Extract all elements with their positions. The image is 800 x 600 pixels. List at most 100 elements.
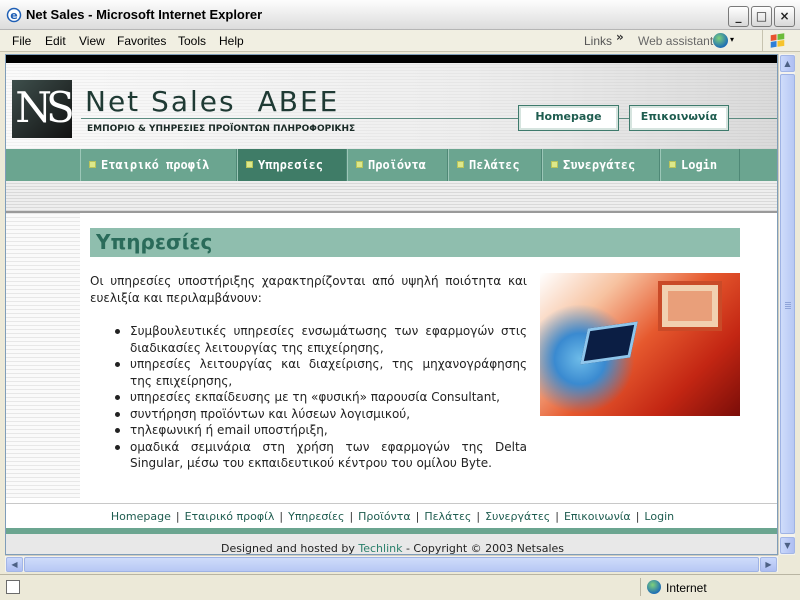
- status-bar: Internet: [0, 574, 800, 600]
- list-item: Συμβουλευτικές υπηρεσίες ενσωμάτωσης των…: [102, 323, 527, 356]
- status-divider: [640, 578, 641, 596]
- scrollbar-corner: [778, 555, 795, 572]
- footer-separator: |: [175, 510, 180, 523]
- dropdown-arrow-icon[interactable]: ▾: [730, 35, 734, 44]
- globe-icon[interactable]: [713, 33, 728, 48]
- footer-link-services[interactable]: Υπηρεσίες: [288, 510, 344, 523]
- site-tagline: ΕΜΠΟΡΙΟ & ΥΠΗΡΕΣΙΕΣ ΠΡΟΪΟΝΤΩΝ ΠΛΗΡΟΦΟΡΙΚ…: [87, 124, 356, 134]
- vertical-scroll-thumb[interactable]: [780, 74, 795, 534]
- footer-link-clients[interactable]: Πελάτες: [424, 510, 471, 523]
- close-button[interactable]: ×: [774, 6, 795, 27]
- nav-item-label: Εταιρικό προφίλ: [101, 158, 210, 172]
- footer-link-login[interactable]: Login: [644, 510, 674, 523]
- scroll-right-arrow-icon[interactable]: ▶: [760, 557, 777, 572]
- nav-item-login[interactable]: Login: [660, 149, 740, 181]
- site-logo[interactable]: NS: [12, 80, 75, 138]
- horizontal-scrollbar[interactable]: ◀ ▶: [5, 555, 778, 572]
- page-icon: [6, 580, 20, 594]
- footer-link-products[interactable]: Προϊόντα: [358, 510, 410, 523]
- menu-view[interactable]: View: [79, 34, 105, 48]
- site-header: NS Net Sales ABEE ΕΜΠΟΡΙΟ & ΥΠΗΡΕΣΙΕΣ ΠΡΟ…: [6, 63, 777, 149]
- subnav-band: [6, 181, 777, 211]
- services-list: Συμβουλευτικές υπηρεσίες ενσωμάτωσης των…: [102, 323, 527, 472]
- bullet-square-icon: [246, 161, 253, 168]
- nav-item-label: Προϊόντα: [368, 158, 426, 172]
- copyright-text: Designed and hosted by Techlink - Copyri…: [6, 542, 777, 555]
- scroll-up-arrow-icon[interactable]: ▲: [780, 55, 795, 72]
- menu-edit[interactable]: Edit: [45, 34, 66, 48]
- grip-icon: [785, 301, 791, 309]
- nav-item-services[interactable]: Υπηρεσίες: [237, 149, 347, 181]
- brand-suffix: ABEE: [257, 85, 340, 118]
- nav-item-label: Login: [681, 158, 718, 172]
- laptop-screen-graphic: [580, 321, 638, 365]
- bullet-square-icon: [457, 161, 464, 168]
- services-photo: [540, 273, 740, 416]
- list-item: συντήρηση προϊόντων και λύσεων λογισμικο…: [102, 406, 527, 423]
- nav-item-company-profile[interactable]: Εταιρικό προφίλ: [80, 149, 237, 181]
- main-nav: Εταιρικό προφίλ Υπηρεσίες Προϊόντα Πελάτ…: [6, 149, 777, 181]
- web-assistant-label[interactable]: Web assistant: [638, 34, 713, 48]
- page-title: Υπηρεσίες: [90, 228, 740, 257]
- bullet-square-icon: [551, 161, 558, 168]
- intro-paragraph: Οι υπηρεσίες υποστήριξης χαρακτηρίζονται…: [90, 274, 527, 305]
- title-bar[interactable]: e Net Sales - Microsoft Internet Explore…: [0, 0, 800, 30]
- bullet-square-icon: [89, 161, 96, 168]
- list-item: τηλεφωνική ή email υποστήριξη,: [102, 422, 527, 439]
- vertical-scrollbar[interactable]: ▲ ▼: [778, 54, 795, 555]
- links-toolbar[interactable]: Links: [584, 34, 612, 48]
- nav-item-partners[interactable]: Συνεργάτες: [542, 149, 660, 181]
- horizontal-scroll-thumb[interactable]: [24, 557, 759, 572]
- homepage-button[interactable]: Homepage: [518, 105, 619, 131]
- side-stripe: [6, 213, 80, 498]
- svg-text:e: e: [10, 9, 17, 22]
- menu-file[interactable]: File: [12, 34, 31, 48]
- nav-item-label: Πελάτες: [469, 158, 520, 172]
- footer-link-partners[interactable]: Συνεργάτες: [485, 510, 550, 523]
- links-chevron-icon[interactable]: »: [616, 30, 624, 44]
- menu-help[interactable]: Help: [219, 34, 244, 48]
- monitor-graphic: [658, 281, 722, 331]
- list-item: υπηρεσίες λειτουργίας και διαχείρισης, τ…: [102, 356, 527, 389]
- nav-item-label: Συνεργάτες: [563, 158, 636, 172]
- footer-link-homepage[interactable]: Homepage: [111, 510, 171, 523]
- windows-logo-icon: [762, 30, 785, 52]
- list-item: υπηρεσίες εκπαίδευσης με τη «φυσική» παρ…: [102, 389, 527, 406]
- monitor-screen: [668, 291, 712, 321]
- bullet-square-icon: [356, 161, 363, 168]
- footer-link-company-profile[interactable]: Εταιρικό προφίλ: [185, 510, 275, 523]
- minimize-button[interactable]: _: [728, 6, 749, 27]
- footer-separator: |: [476, 510, 481, 523]
- footer-separator: |: [349, 510, 354, 523]
- footer-divider: [6, 503, 777, 504]
- techlink-link[interactable]: Techlink: [358, 542, 402, 554]
- nav-item-label: Υπηρεσίες: [258, 158, 324, 172]
- page-viewport: NS Net Sales ABEE ΕΜΠΟΡΙΟ & ΥΠΗΡΕΣΙΕΣ ΠΡΟ…: [5, 54, 778, 555]
- nav-item-products[interactable]: Προϊόντα: [347, 149, 448, 181]
- nav-item-clients[interactable]: Πελάτες: [448, 149, 542, 181]
- copyright-suffix: - Copyright © 2003 Netsales: [405, 542, 565, 555]
- footer-link-contact[interactable]: Επικοινωνία: [564, 510, 631, 523]
- footer-nav: Homepage | Εταιρικό προφίλ | Υπηρεσίες | Προϊό…: [6, 510, 777, 523]
- list-item: ομαδικά σεμινάρια στη χρήση των εφαρμογώ…: [102, 439, 527, 472]
- footer-separator: |: [555, 510, 559, 523]
- scroll-down-arrow-icon[interactable]: ▼: [780, 537, 795, 554]
- menu-bar: File Edit View Favorites Tools Help Link…: [0, 30, 800, 52]
- window-title: Net Sales - Microsoft Internet Explorer: [26, 7, 263, 22]
- footer-separator: |: [635, 510, 640, 523]
- security-zone-label: Internet: [666, 581, 707, 595]
- menu-favorites[interactable]: Favorites: [117, 34, 166, 48]
- contact-button[interactable]: Επικοινωνία: [629, 105, 729, 131]
- scroll-left-arrow-icon[interactable]: ◀: [6, 557, 23, 572]
- menu-tools[interactable]: Tools: [178, 34, 206, 48]
- internet-explorer-icon: e: [6, 7, 22, 23]
- subnav-divider: [6, 211, 777, 213]
- internet-zone-icon: [647, 580, 661, 594]
- top-strip: [6, 55, 777, 63]
- copyright-prefix: Designed and hosted by: [220, 542, 355, 555]
- footer-separator: |: [279, 510, 284, 523]
- browser-window: e Net Sales - Microsoft Internet Explore…: [0, 0, 800, 600]
- maximize-button[interactable]: □: [751, 6, 772, 27]
- brand-text: Net Sales: [85, 85, 236, 118]
- bullet-square-icon: [669, 161, 676, 168]
